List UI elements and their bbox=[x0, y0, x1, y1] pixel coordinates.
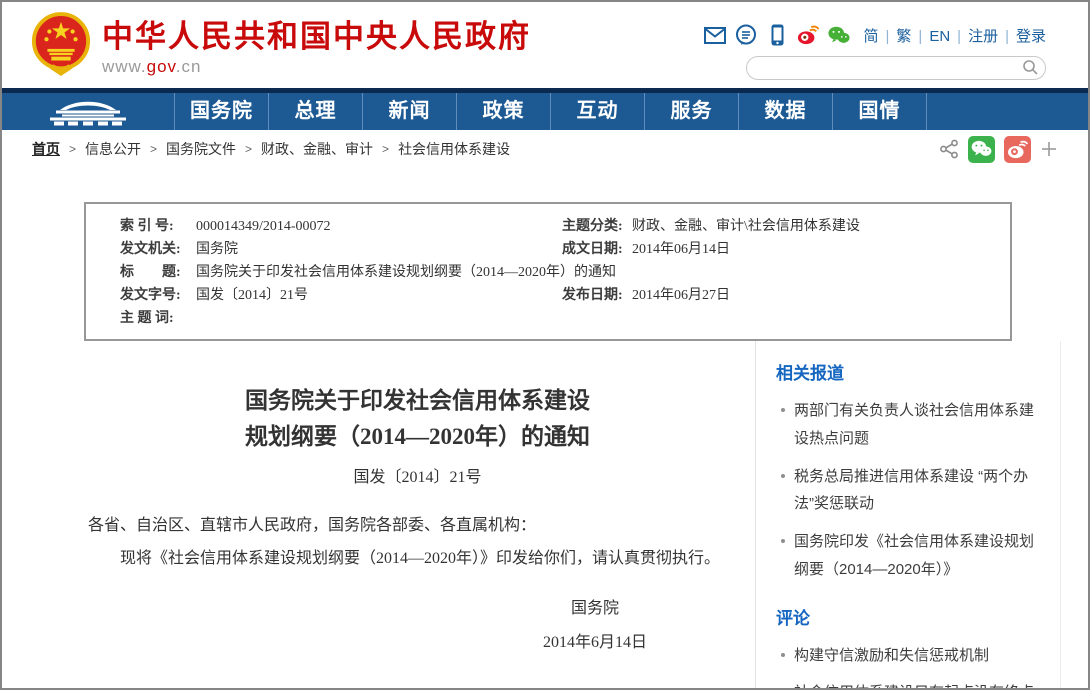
search-bar bbox=[746, 56, 1046, 80]
lang-links: 简|繁|EN|注册|登录 bbox=[863, 25, 1046, 46]
comments-list: 构建守信激励和失信惩戒机制 社会信用体系建设只有起点没有终点点 社会信用体系的内… bbox=[776, 642, 1044, 690]
site-url: www.gov.cn bbox=[102, 57, 531, 77]
header-right: 简|繁|EN|注册|登录 bbox=[704, 24, 1046, 80]
mobile-icon[interactable] bbox=[766, 24, 788, 46]
meta-label-document-number: 发文字号: bbox=[120, 284, 196, 307]
bullet-dot bbox=[781, 408, 785, 412]
message-bubble-icon[interactable] bbox=[735, 24, 757, 46]
nav-item-services[interactable]: 服务 bbox=[644, 93, 738, 130]
breadcrumb-finance-audit[interactable]: 财政、金融、审计 bbox=[261, 139, 373, 159]
document-article: 国务院关于印发社会信用体系建设规划纲要（2014—2020年）的通知 国发〔20… bbox=[2, 341, 755, 690]
document-body: 现将《社会信用体系建设规划纲要（2014—2020年）》印发给你们，请认真贯彻执… bbox=[88, 544, 747, 574]
mail-icon[interactable] bbox=[704, 24, 726, 46]
meta-value-title: 国务院关于印发社会信用体系建设规划纲要（2014—2020年）的通知 bbox=[196, 261, 616, 284]
url-www: www. bbox=[102, 57, 147, 76]
comment-item[interactable]: 社会信用体系建设只有起点没有终点点 bbox=[776, 679, 1044, 690]
meta-label-keywords: 主 题 词: bbox=[120, 307, 196, 330]
search-input[interactable] bbox=[746, 56, 1046, 80]
document-signature: 国务院 2014年6月14日 bbox=[543, 592, 647, 659]
related-report-item[interactable]: 税务总局推进信用体系建设 “两个办法”奖惩联动 bbox=[776, 463, 1044, 519]
share-icon[interactable] bbox=[939, 139, 959, 159]
bullet-dot bbox=[781, 539, 785, 543]
breadcrumb-state-council-docs[interactable]: 国务院文件 bbox=[166, 139, 236, 159]
url-cn: .cn bbox=[176, 57, 202, 76]
meta-value-topic-category: 财政、金融、审计\社会信用体系建设 bbox=[632, 215, 860, 238]
signer: 国务院 bbox=[543, 592, 647, 626]
public-release-note: （此件公开发布） bbox=[88, 683, 747, 690]
meta-value-document-number: 国发〔2014〕21号 bbox=[196, 284, 308, 307]
login-link[interactable]: 登录 bbox=[1016, 28, 1046, 45]
comment-item[interactable]: 构建守信激励和失信惩戒机制 bbox=[776, 642, 1044, 670]
nav-item-national-conditions[interactable]: 国情 bbox=[832, 93, 926, 130]
share-toolbar bbox=[939, 136, 1058, 163]
meta-label-index-number: 索 引 号: bbox=[120, 215, 196, 238]
meta-label-written-date: 成文日期: bbox=[562, 238, 632, 261]
breadcrumb: 首页 > 信息公开 > 国务院文件 > 财政、金融、审计 > 社会信用体系建设 bbox=[2, 130, 1088, 168]
nav-item-interact[interactable]: 互动 bbox=[550, 93, 644, 130]
related-reports-heading: 相关报道 bbox=[776, 359, 1044, 384]
more-share-plus-icon[interactable] bbox=[1040, 140, 1058, 158]
main-nav: 国务院 总理 新闻 政策 互动 服务 数据 国情 bbox=[2, 88, 1088, 130]
weibo-share-button[interactable] bbox=[1004, 136, 1031, 163]
related-report-item[interactable]: 两部门有关负责人谈社会信用体系建设热点问题 bbox=[776, 397, 1044, 453]
breadcrumb-info-disclosure[interactable]: 信息公开 bbox=[85, 139, 141, 159]
breadcrumb-current: 社会信用体系建设 bbox=[398, 139, 510, 159]
tiananmen-home-icon[interactable] bbox=[2, 93, 174, 130]
bullet-dot bbox=[781, 653, 785, 657]
nav-item-policy[interactable]: 政策 bbox=[456, 93, 550, 130]
wechat-icon[interactable] bbox=[828, 24, 850, 46]
search-icon[interactable] bbox=[1022, 59, 1039, 81]
meta-value-issuing-agency: 国务院 bbox=[196, 238, 238, 261]
sign-date: 2014年6月14日 bbox=[543, 626, 647, 660]
breadcrumb-home[interactable]: 首页 bbox=[32, 139, 60, 159]
document-number: 国发〔2014〕21号 bbox=[88, 463, 747, 487]
nav-item-news[interactable]: 新闻 bbox=[362, 93, 456, 130]
bullet-dot bbox=[781, 474, 785, 478]
nav-item-state-council[interactable]: 国务院 bbox=[174, 93, 268, 130]
page: 中华人民共和国中央人民政府 www.gov.cn bbox=[0, 0, 1090, 690]
meta-label-issuing-agency: 发文机关: bbox=[120, 238, 196, 261]
site-title: 中华人民共和国中央人民政府 bbox=[102, 20, 531, 54]
nav-item-premier[interactable]: 总理 bbox=[268, 93, 362, 130]
meta-label-topic-category: 主题分类: bbox=[562, 215, 632, 238]
national-emblem-icon bbox=[30, 12, 92, 80]
url-gov: gov bbox=[147, 57, 176, 76]
meta-value-index-number: 000014349/2014-00072 bbox=[196, 215, 331, 238]
lang-simplified[interactable]: 简 bbox=[863, 28, 878, 45]
meta-label-publish-date: 发布日期: bbox=[562, 284, 632, 307]
wechat-share-button[interactable] bbox=[968, 136, 995, 163]
nav-item-data[interactable]: 数据 bbox=[738, 93, 832, 130]
related-report-item[interactable]: 国务院印发《社会信用体系建设规划纲要（2014—2020年）》 bbox=[776, 528, 1044, 584]
document-title: 国务院关于印发社会信用体系建设规划纲要（2014—2020年）的通知 bbox=[88, 383, 747, 454]
site-logo[interactable]: 中华人民共和国中央人民政府 www.gov.cn bbox=[30, 12, 531, 80]
site-header: 中华人民共和国中央人民政府 www.gov.cn bbox=[2, 2, 1088, 88]
lang-traditional[interactable]: 繁 bbox=[896, 28, 911, 45]
document-salutation: 各省、自治区、直辖市人民政府，国务院各部委、各直属机构： bbox=[88, 511, 747, 541]
sidebar: 相关报道 两部门有关负责人谈社会信用体系建设热点问题 税务总局推进信用体系建设 … bbox=[755, 341, 1061, 690]
related-reports-list: 两部门有关负责人谈社会信用体系建设热点问题 税务总局推进信用体系建设 “两个办法… bbox=[776, 397, 1044, 584]
register-link[interactable]: 注册 bbox=[968, 28, 998, 45]
meta-value-written-date: 2014年06月14日 bbox=[632, 238, 730, 261]
main-content: 国务院关于印发社会信用体系建设规划纲要（2014—2020年）的通知 国发〔20… bbox=[2, 341, 1088, 690]
meta-label-title: 标 题: bbox=[120, 261, 196, 284]
comments-heading: 评论 bbox=[776, 604, 1044, 629]
nav-spacer bbox=[926, 93, 1088, 130]
document-meta-box: 索 引 号: 000014349/2014-00072 主题分类: 财政、金融、… bbox=[84, 202, 1012, 341]
lang-english[interactable]: EN bbox=[929, 28, 950, 45]
meta-value-publish-date: 2014年06月27日 bbox=[632, 284, 730, 307]
weibo-icon[interactable] bbox=[797, 24, 819, 46]
